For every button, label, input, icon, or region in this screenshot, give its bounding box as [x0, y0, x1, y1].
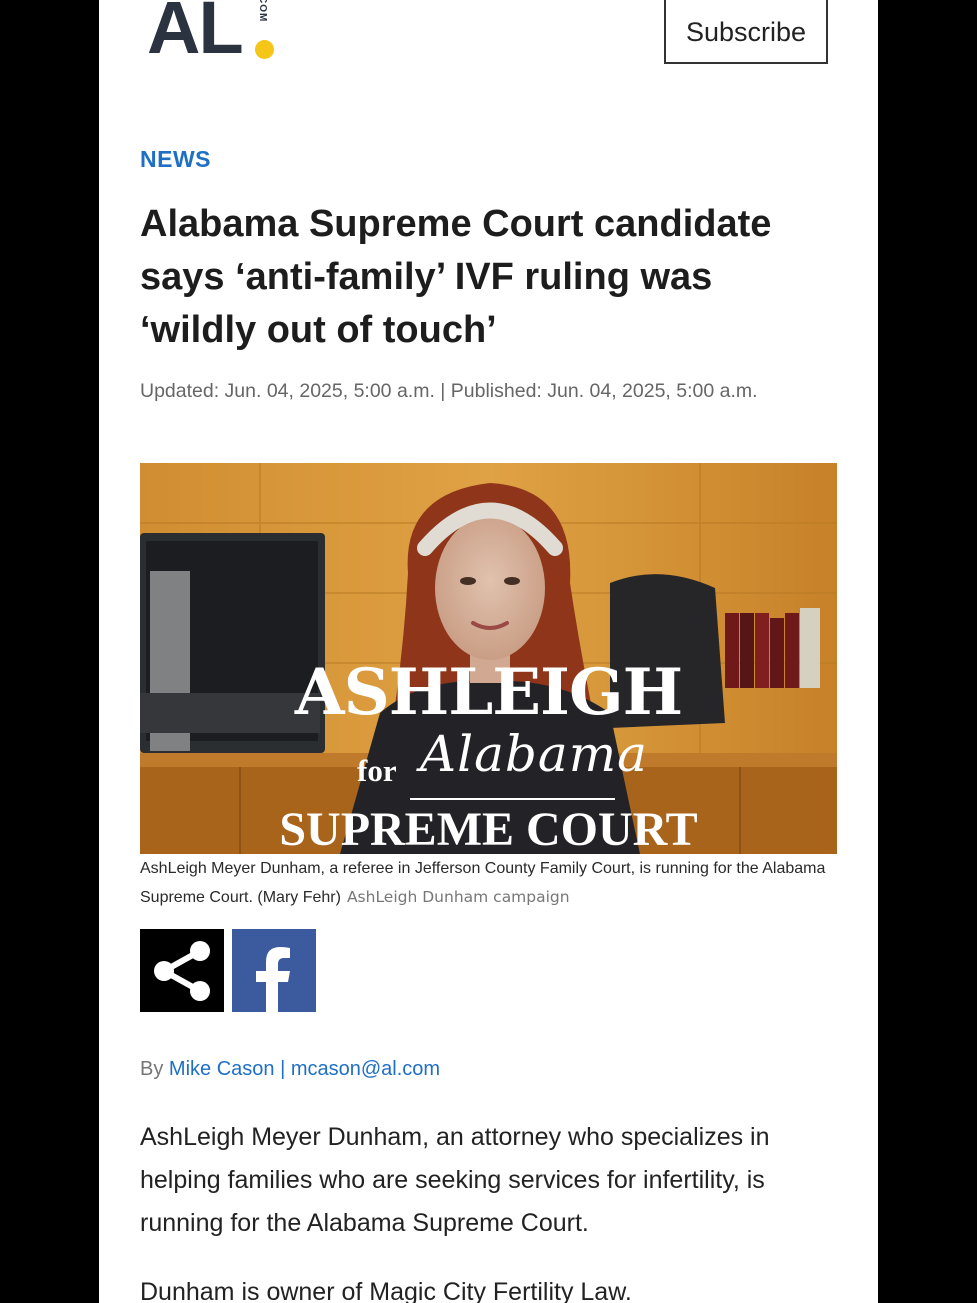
article-paragraph: Dunham is owner of Magic City Fertility … — [140, 1278, 632, 1303]
facebook-share-button[interactable] — [232, 929, 316, 1012]
article-photo: ASHLEIGH for Alabama SUPREME COURT — [140, 463, 837, 854]
photo-credit: AshLeigh Dunham campaign — [346, 888, 570, 906]
author-link[interactable]: Mike Cason — [169, 1058, 275, 1080]
overlay-for: for — [357, 753, 397, 788]
article-page: AL COM Subscribe NEWS Alabama Supreme Co… — [99, 0, 878, 1303]
logo-dot-icon — [255, 40, 274, 59]
overlay-name: ASHLEIGH — [294, 655, 683, 730]
site-logo[interactable]: AL COM — [147, 0, 277, 69]
byline-separator: | — [280, 1058, 286, 1080]
logo-text: AL — [147, 0, 244, 69]
article-dateline: Updated: Jun. 04, 2025, 5:00 a.m. | Publ… — [140, 380, 758, 402]
section-label[interactable]: NEWS — [140, 146, 211, 173]
overlay-divider — [410, 798, 615, 800]
author-email-link[interactable]: mcason@al.com — [291, 1058, 440, 1080]
byline-prefix: By — [140, 1058, 164, 1080]
overlay-court: SUPREME COURT — [279, 803, 698, 854]
article-paragraph: AshLeigh Meyer Dunham, an attorney who s… — [140, 1123, 770, 1237]
photo-caption: AshLeigh Meyer Dunham, a referee in Jeff… — [140, 855, 840, 912]
article-byline: By Mike Cason | mcason@al.com — [140, 1058, 440, 1081]
share-button[interactable] — [140, 929, 224, 1012]
overlay-state: Alabama — [420, 725, 648, 783]
share-icon — [154, 940, 210, 1001]
article-headline: Alabama Supreme Court candidate says ‘an… — [140, 203, 772, 351]
logo-suffix: COM — [257, 0, 268, 23]
subscribe-button[interactable]: Subscribe — [664, 0, 828, 64]
facebook-icon — [256, 947, 290, 1012]
